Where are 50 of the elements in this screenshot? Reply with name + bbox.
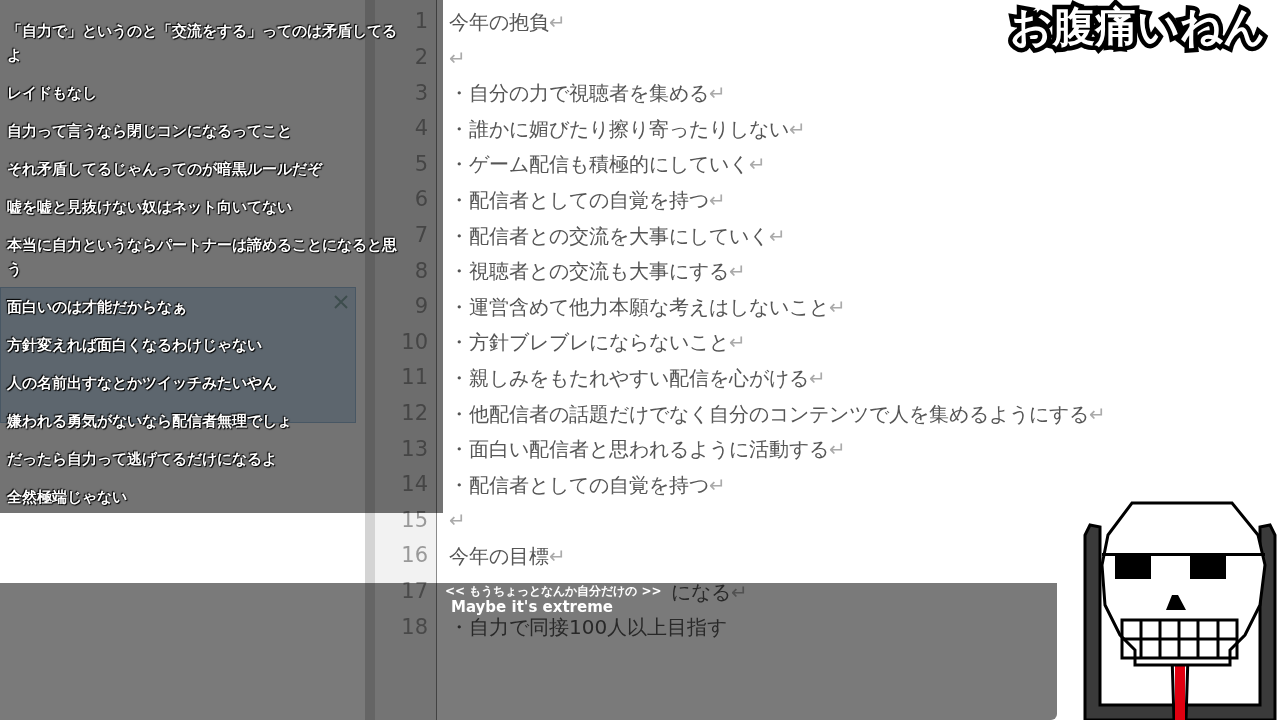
editor-line-text: ・方針ブレブレにならないこと [449,331,729,355]
chat-message: 自力って言うなら閉じコンになるってこと [7,121,292,142]
chat-message: 面白いのは才能だからなぁ [7,297,187,318]
line-number: 16 [401,544,428,568]
line-end-mark: ↵ [809,366,826,390]
line-end-mark: ↵ [789,117,806,141]
chat-message: 嘘を嘘と見抜けない奴はネット向いてない [7,197,292,218]
line-end-mark: ↵ [749,153,766,177]
chat-message: 全然極端じゃない [7,487,127,508]
editor-line-text: ・誰かに媚びたり擦り寄ったりしない [449,117,789,141]
chat-message: レイドもなし [7,83,97,104]
line-end-mark: ↵ [549,544,566,568]
editor-line-text: ・他配信者の話題だけでなく自分のコンテンツで人を集めるようにする [449,402,1089,426]
editor-line-text: ・配信者との交流を大事にしていく [449,224,769,248]
editor-line-text: ・視聴者との交流も大事にする [449,260,729,284]
chat-message: それ矛盾してるじゃんってのが暗黒ルールだぞ [7,159,322,180]
line-end-mark: ↵ [709,188,726,212]
chat-message: 方針変えれば面白くなるわけじゃない [7,335,262,356]
subtitle-translation: Maybe it's extreme [451,600,613,615]
line-end-mark: ↵ [829,438,846,462]
editor-line-text: 今年の目標 [449,544,549,568]
chat-message: だったら自力って逃げてるだけになるよ [7,449,277,470]
editor-line-text: 今年の抱負 [449,11,549,34]
line-end-mark: ↵ [731,580,748,604]
line-end-mark: ↵ [1089,402,1106,426]
editor-line-text: ・親しみをもたれやすい配信を心がける [449,366,809,390]
editor-line-text: ・ゲーム配信も積極的にしていく [449,153,749,177]
line-end-mark: ↵ [729,260,746,284]
editor-line-text: ・運営含めて他力本願な考えはしないこと [449,295,829,319]
chat-message: 「自力で」というのと「交流をする」ってのは矛盾してるよ [7,21,398,66]
line-end-mark: ↵ [729,331,746,355]
chat-message: 本当に自力というならパートナーは諦めることになると思う [7,235,398,280]
line-end-mark: ↵ [829,295,846,319]
chat-message: 人の名前出すなとかツイッチみたいやん [7,373,277,394]
editor-line-text: ・配信者としての自覚を持つ [449,473,709,497]
line-end-mark: ↵ [769,224,786,248]
line-end-mark: ↵ [709,82,726,106]
editor-line-text: ・自力で同接100人以上目指す [449,616,728,640]
line-end-mark: ↵ [549,11,566,34]
editor-line-text: ・自分の力で視聴者を集める [449,82,709,106]
line-end-mark: ↵ [449,509,466,533]
editor-line-text: ・配信者としての自覚を持つ [449,188,709,212]
line-number: 17 [401,579,428,604]
chat-message: 嫌われる勇気がないなら配信者無理でしょ [7,411,292,432]
subtitle-original: << もうちょっとなんか自分だけの >> [445,585,662,599]
line-end-mark: ↵ [449,46,466,70]
editor-line-text: ・面白い配信者と思われるように活動する [449,438,829,462]
line-end-mark: ↵ [709,473,726,497]
line-number: 15 [401,508,428,532]
editor-line-text: になる [671,580,731,604]
